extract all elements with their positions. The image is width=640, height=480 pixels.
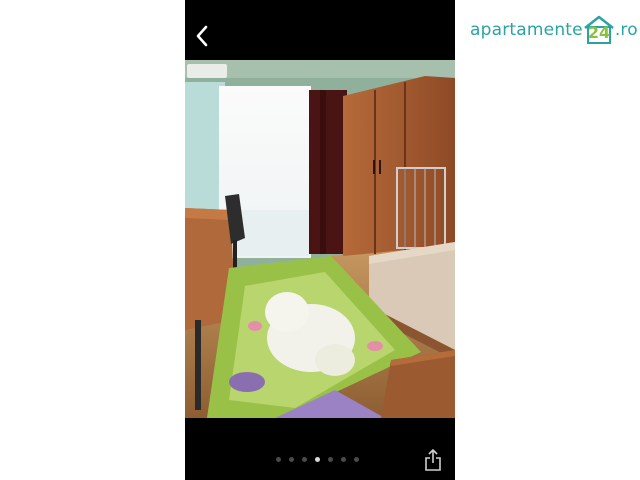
logo-house-icon: 24 <box>582 15 616 45</box>
page-dot[interactable] <box>289 457 294 462</box>
share-button[interactable] <box>423 448 443 472</box>
logo-text-apartamente: apartamente <box>470 20 583 40</box>
logo-text-24: 24 <box>587 23 611 42</box>
chevron-left-icon <box>196 25 208 47</box>
page-dot[interactable] <box>354 457 359 462</box>
bedroom-image <box>185 60 455 418</box>
page-dot[interactable] <box>341 457 346 462</box>
back-button[interactable] <box>191 22 215 50</box>
site-logo[interactable]: apartamente 24 .ro <box>470 14 638 46</box>
logo-text-tld: .ro <box>614 20 638 40</box>
pagination-dots <box>276 457 359 463</box>
photo-viewer <box>185 0 455 480</box>
page-dot-active[interactable] <box>315 457 320 462</box>
page-dot[interactable] <box>276 457 281 462</box>
room-photo[interactable] <box>185 60 455 418</box>
viewer-top-bar <box>185 0 455 60</box>
viewer-bottom-bar <box>185 418 455 480</box>
page-dot[interactable] <box>302 457 307 462</box>
share-icon <box>425 449 441 471</box>
page-dot[interactable] <box>328 457 333 462</box>
